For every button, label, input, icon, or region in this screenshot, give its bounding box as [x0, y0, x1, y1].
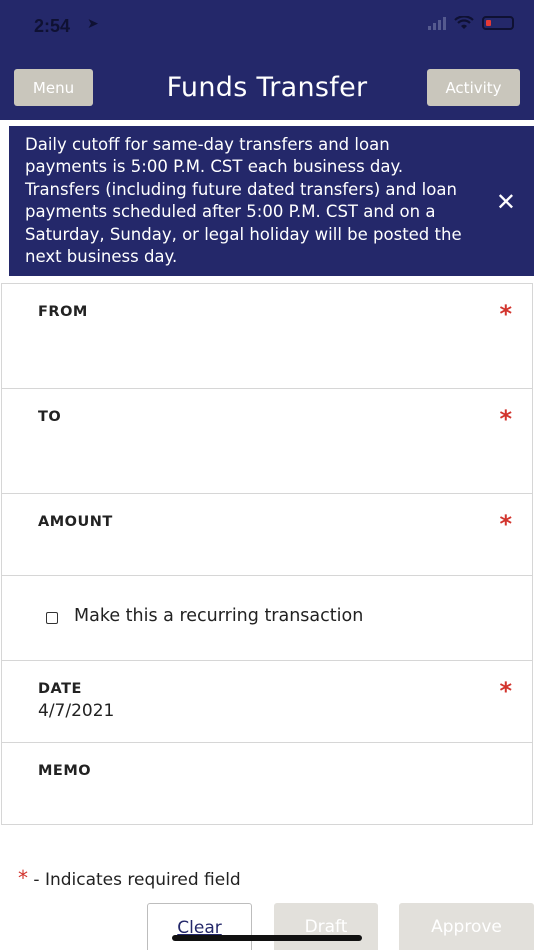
recurring-checkbox[interactable] [46, 612, 58, 624]
memo-field[interactable]: MEMO [1, 742, 533, 825]
amount-label: AMOUNT [38, 514, 113, 530]
battery-icon [482, 16, 514, 30]
date-value: 4/7/2021 [38, 701, 115, 721]
home-indicator [172, 935, 362, 941]
approve-button[interactable]: Approve [399, 903, 534, 950]
to-field[interactable]: TO * [1, 388, 533, 494]
legend-star: * [18, 866, 28, 890]
to-label: TO [38, 409, 62, 425]
wifi-icon [454, 16, 474, 29]
date-label: DATE [38, 681, 82, 697]
draft-button[interactable]: Draft [274, 903, 378, 950]
required-star: * [499, 677, 512, 705]
status-icons [428, 16, 514, 30]
memo-label: MEMO [38, 763, 92, 779]
required-star: * [499, 510, 512, 538]
close-icon[interactable]: ✕ [496, 190, 516, 214]
banner-text: Daily cutoff for same-day transfers and … [25, 135, 462, 267]
cutoff-notice-banner: Daily cutoff for same-day transfers and … [9, 126, 534, 276]
recurring-label: Make this a recurring transaction [74, 606, 364, 626]
activity-button[interactable]: Activity [427, 69, 520, 106]
from-field[interactable]: FROM * [1, 283, 533, 389]
legend-text: - Indicates required field [28, 870, 241, 890]
required-star: * [499, 300, 512, 328]
recurring-option[interactable]: Make this a recurring transaction [1, 575, 533, 661]
required-star: * [499, 405, 512, 433]
from-label: FROM [38, 304, 88, 320]
amount-field[interactable]: AMOUNT * [1, 493, 533, 576]
signal-icon [428, 16, 446, 30]
status-time: 2:54 [34, 16, 71, 36]
app-header: 2:54 ➤ Menu Funds Transfer Activity [0, 0, 534, 120]
clear-button[interactable]: Clear [147, 903, 252, 950]
location-arrow-icon: ➤ [87, 16, 99, 32]
date-field[interactable]: DATE * 4/7/2021 [1, 660, 533, 743]
required-legend: * - Indicates required field [18, 866, 241, 890]
